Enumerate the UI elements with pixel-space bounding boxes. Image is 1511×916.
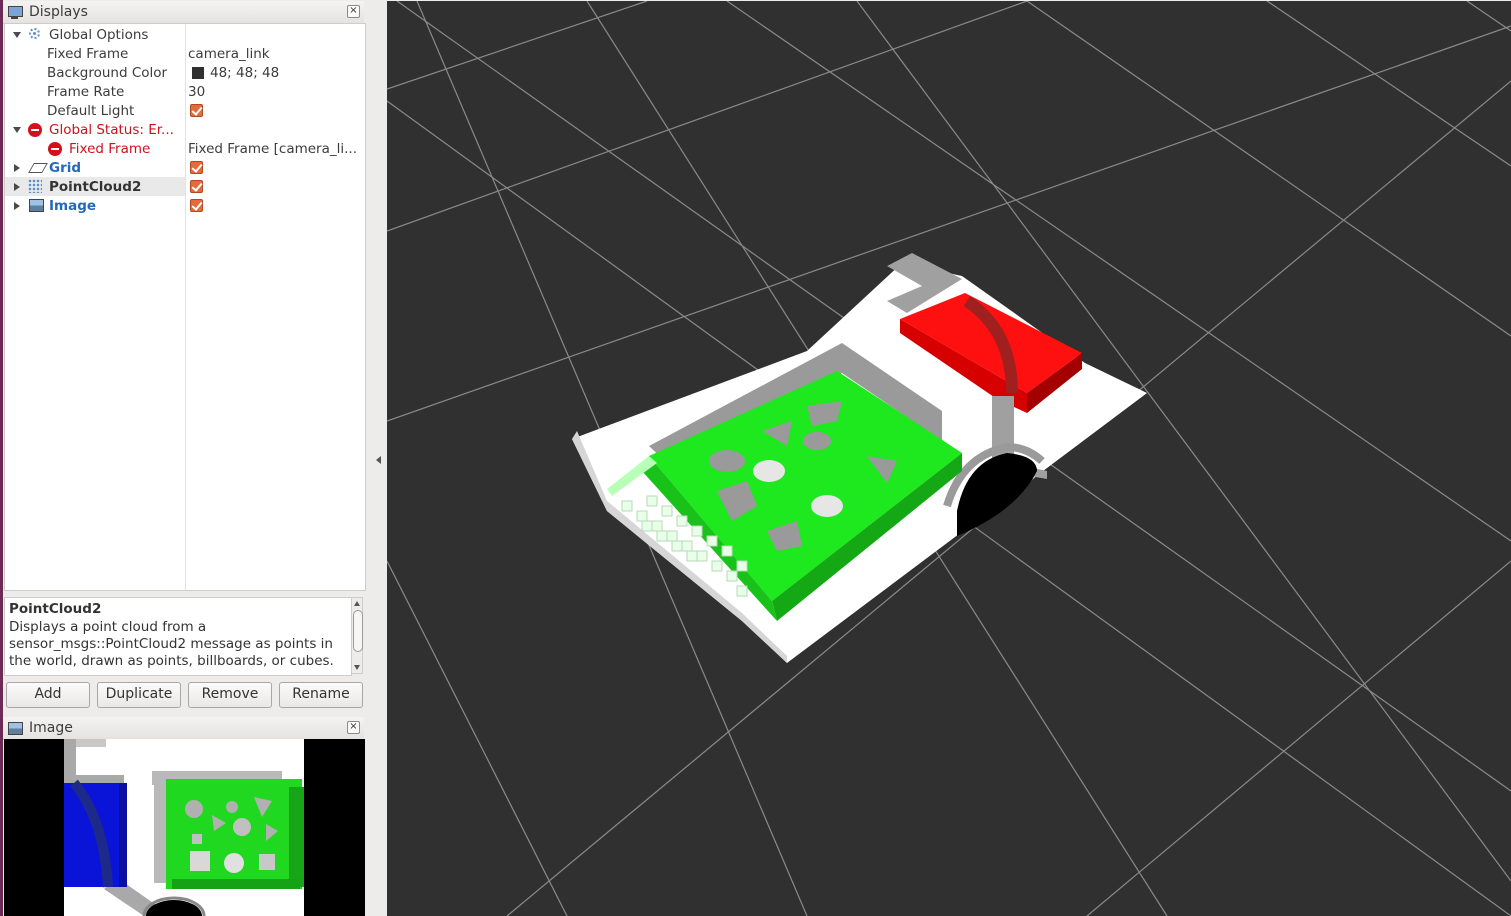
pointcloud2-checkbox[interactable] [190,180,203,193]
close-icon[interactable]: × [347,5,360,18]
tree-row-label: Grid [49,159,82,176]
displays-panel-title-bar[interactable]: Displays × [3,1,364,24]
description-title: PointCloud2 [9,601,102,617]
scroll-thumb[interactable] [353,610,363,652]
tree-row-fixed-frame[interactable]: Fixed Frame camera_link [5,44,365,63]
default-light-checkbox[interactable] [190,104,203,117]
displays-panel-title: Displays [29,4,88,20]
duplicate-button[interactable]: Duplicate [97,682,181,708]
close-icon[interactable]: × [347,721,360,734]
expand-arrow-icon[interactable] [13,127,21,133]
frame-rate-value[interactable]: 30 [188,84,205,100]
description-body: Displays a point cloud from a sensor_msg… [9,619,334,669]
collapse-arrow-icon[interactable] [376,456,381,464]
tree-row-fixed-frame-status[interactable]: Fixed Frame Fixed Frame [camera_li... [5,139,365,158]
scroll-down-icon[interactable] [354,665,360,670]
description-panel: PointCloud2 Displays a point cloud from … [4,597,352,676]
color-swatch[interactable] [192,66,204,79]
image-panel-title-bar[interactable]: Image × [3,717,364,740]
grid-icon [28,163,48,173]
scroll-up-icon[interactable] [354,601,360,606]
expand-arrow-icon[interactable] [14,164,20,172]
tree-row-global-status[interactable]: Global Status: Er... [5,120,365,139]
fixed-frame-value[interactable]: camera_link [188,46,270,62]
tree-row-global-options[interactable]: Global Options [5,25,365,44]
remove-button[interactable]: Remove [188,682,272,708]
add-button[interactable]: Add [6,682,90,708]
image-panel-title: Image [29,720,73,736]
expand-arrow-icon[interactable] [14,202,20,210]
tree-row-default-light[interactable]: Default Light [5,101,365,120]
description-scrollbar[interactable] [351,597,363,674]
camera-image-view [4,739,365,916]
image-icon [7,721,23,735]
error-icon [28,123,42,137]
tree-row-image[interactable]: Image [5,196,365,215]
tree-row-pointcloud2[interactable]: PointCloud2 [5,177,365,196]
gear-icon [29,28,40,39]
tree-row-label: Fixed Frame [47,45,129,62]
tree-row-grid[interactable]: Grid [5,158,365,177]
tree-row-label: Background Color [47,64,168,81]
monitor-icon [7,5,23,19]
3d-render-view[interactable] [387,1,1511,916]
image-icon [28,198,44,212]
tree-row-background-color[interactable]: Background Color 48; 48; 48 [5,63,365,82]
error-icon [48,142,62,156]
tree-row-label: Fixed Frame [69,140,151,157]
displays-tree[interactable]: Global Options Fixed Frame camera_link B… [4,23,366,591]
background-color-value[interactable]: 48; 48; 48 [210,65,279,81]
tree-row-label: Global Status: Er... [49,121,174,138]
pointcloud-icon [28,179,42,193]
status-message: Fixed Frame [camera_li... [188,140,357,157]
tree-row-label: Default Light [47,102,135,119]
expand-arrow-icon[interactable] [13,32,21,38]
expand-arrow-icon[interactable] [14,183,20,191]
grid-checkbox[interactable] [190,161,203,174]
rename-button[interactable]: Rename [279,682,363,708]
tree-row-label: Frame Rate [47,83,125,100]
tree-row-label: Global Options [49,26,149,43]
image-checkbox[interactable] [190,199,203,212]
tree-row-frame-rate[interactable]: Frame Rate 30 [5,82,365,101]
tree-row-label: Image [49,197,97,214]
tree-row-label: PointCloud2 [49,178,142,195]
